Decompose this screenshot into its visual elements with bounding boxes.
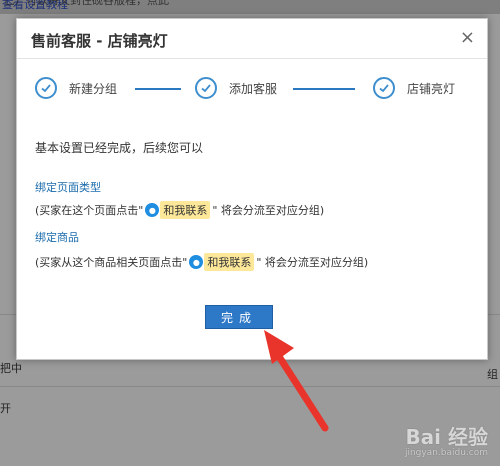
contact-me-label: 和我联系 (160, 201, 211, 219)
step-label: 添加客服 (229, 81, 278, 96)
check-circle-icon (373, 77, 395, 99)
bind-product-link[interactable]: 绑定商品 (35, 229, 79, 245)
shop-lighting-dialog: 售前客服 - 店铺亮灯 × 新建分组 添加客服 店铺亮灯 基本设置已经完成，后续… (16, 18, 488, 360)
desc-suffix: " 将会分流至对应分组) (256, 256, 369, 269)
watermark-url: jingyan.baidu.com (404, 448, 488, 458)
dialog-title: 售前客服 - 店铺亮灯 (31, 32, 168, 50)
contact-me-badge: ● 和我联系 (189, 253, 255, 271)
step-connector (135, 88, 181, 90)
step-new-group: 新建分组 (35, 77, 117, 99)
completion-message: 基本设置已经完成，后续您可以 (35, 141, 204, 155)
bind-product-desc: (买家从这个商品相关页面点击" ● 和我联系 " 将会分流至对应分组) (35, 253, 368, 271)
step-add-service: 添加客服 (195, 77, 277, 99)
background-text-fragment: 开 (0, 402, 11, 415)
desc-prefix: (买家从这个商品相关页面点击" (35, 256, 188, 269)
desc-prefix: (买家在这个页面点击" (35, 204, 144, 217)
step-label: 店铺亮灯 (407, 81, 456, 96)
watermark: Bai 经验 jingyan.baidu.com (405, 427, 488, 458)
step-shop-lighting: 店铺亮灯 (373, 77, 455, 99)
background-text-fragment: 把中 (0, 362, 22, 375)
progress-steps: 新建分组 添加客服 店铺亮灯 (35, 77, 475, 101)
close-icon[interactable]: × (460, 28, 475, 48)
contact-me-label: 和我联系 (204, 253, 255, 271)
check-circle-icon (35, 77, 57, 99)
background-text-fragment: 组 (487, 368, 498, 381)
bind-page-type-desc: (买家在这个页面点击" ● 和我联系 " 将会分流至对应分组) (35, 201, 324, 219)
red-arrow-annotation (264, 330, 329, 432)
step-connector (293, 88, 355, 90)
chat-bubble-icon: ● (145, 203, 160, 217)
desc-suffix: " 将会分流至对应分组) (212, 204, 325, 217)
background-top-bar: 己）可以将父到住砚谷版程，点此 查看设置教程 (0, 0, 500, 14)
check-circle-icon (195, 77, 217, 99)
bind-page-type-link[interactable]: 绑定页面类型 (35, 179, 101, 195)
chat-bubble-icon: ● (189, 255, 204, 269)
watermark-logo: Bai 经验 (405, 425, 488, 449)
step-label: 新建分组 (69, 81, 118, 96)
dialog-header: 售前客服 - 店铺亮灯 × (17, 19, 487, 59)
contact-me-badge: ● 和我联系 (145, 201, 211, 219)
background-top-text: 己）可以将父到住砚谷版程，点此 (4, 0, 169, 7)
